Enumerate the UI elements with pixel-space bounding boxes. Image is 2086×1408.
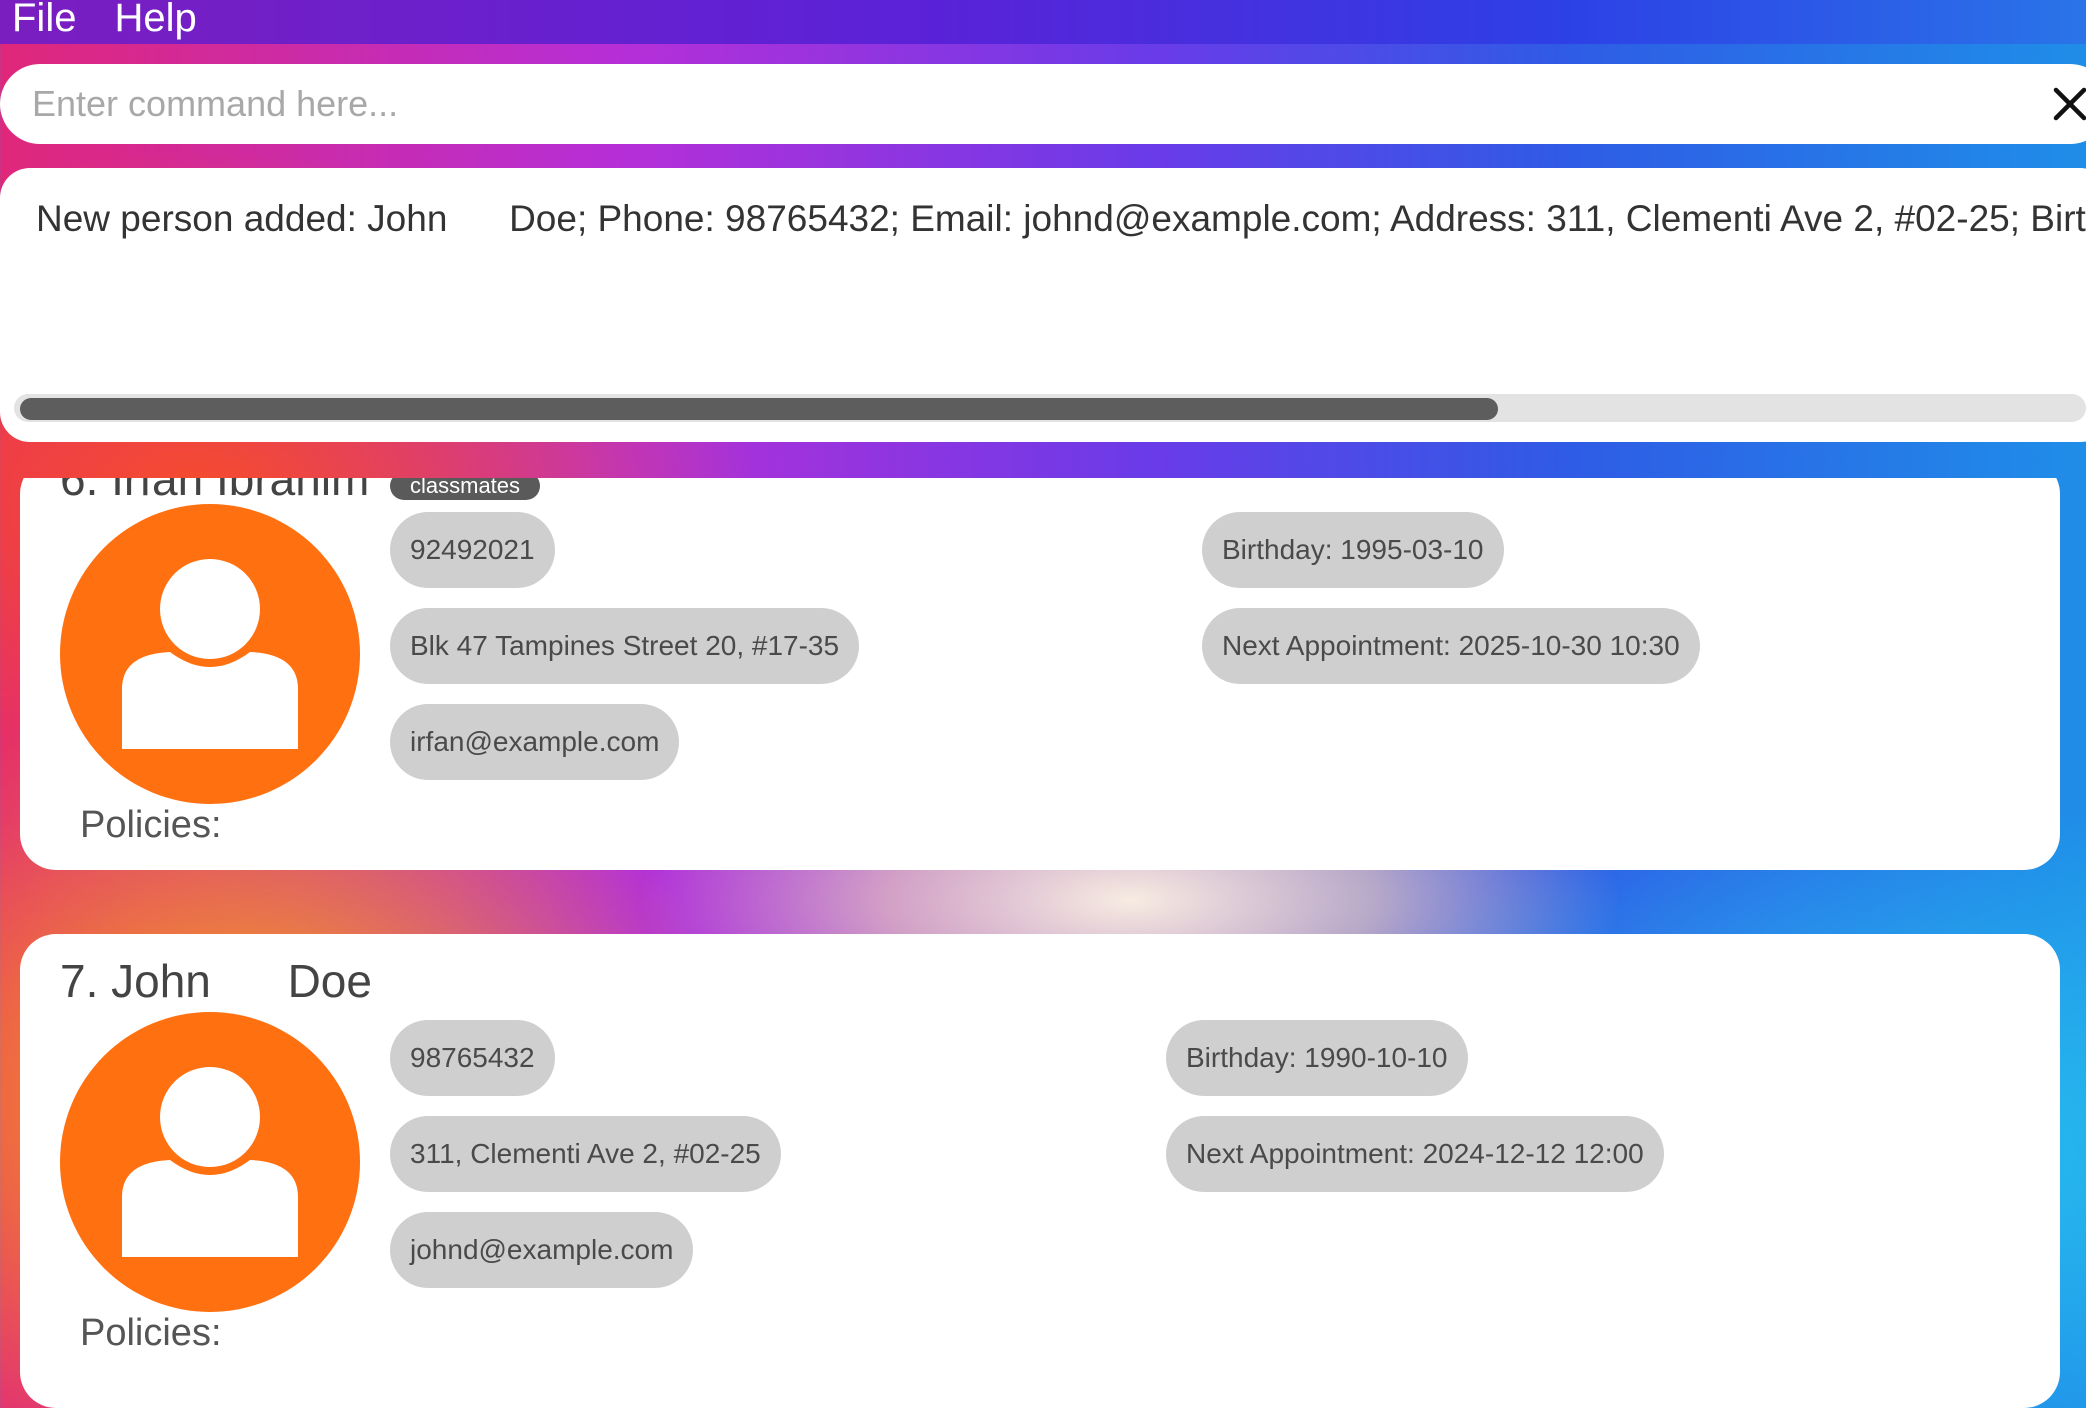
- policies-label: Policies:: [80, 804, 222, 846]
- phone-chip: 92492021: [390, 512, 555, 588]
- appointment-chip: Next Appointment: 2025-10-30 10:30: [1202, 608, 1700, 684]
- person-name: 7. John Doe: [60, 955, 372, 1007]
- person-card[interactable]: 7. John Doe 98765432 311, Clementi Ave 2…: [20, 934, 2060, 1408]
- person-icon: [122, 1067, 298, 1257]
- birthday-chip: Birthday: 1990-10-10: [1166, 1020, 1468, 1096]
- person-list: 6. Irfan Ibrahim classmates 92492021 Blk…: [0, 478, 2086, 1408]
- address-chip: 311, Clementi Ave 2, #02-25: [390, 1116, 781, 1192]
- address-chip: Blk 47 Tampines Street 20, #17-35: [390, 608, 860, 684]
- command-input[interactable]: [32, 83, 2012, 125]
- person-name: 6. Irfan Ibrahim: [60, 478, 370, 505]
- menu-bar: File Help: [0, 0, 2086, 44]
- person-card[interactable]: 6. Irfan Ibrahim classmates 92492021 Blk…: [20, 478, 2060, 870]
- menu-help[interactable]: Help: [114, 0, 196, 38]
- command-box: [0, 64, 2086, 144]
- email-chip: johnd@example.com: [390, 1212, 694, 1288]
- policies-label: Policies:: [80, 1312, 222, 1354]
- menu-file[interactable]: File: [12, 0, 76, 38]
- result-message: New person added: John Doe; Phone: 98765…: [36, 198, 2086, 239]
- close-icon[interactable]: [2052, 86, 2086, 122]
- horizontal-scrollbar-thumb[interactable]: [20, 398, 1498, 420]
- avatar: [60, 1012, 360, 1312]
- person-icon: [122, 559, 298, 749]
- avatar: [60, 504, 360, 804]
- birthday-chip: Birthday: 1995-03-10: [1202, 512, 1504, 588]
- phone-chip: 98765432: [390, 1020, 555, 1096]
- tag-badge: classmates: [390, 478, 541, 500]
- appointment-chip: Next Appointment: 2024-12-12 12:00: [1166, 1116, 1664, 1192]
- email-chip: irfan@example.com: [390, 704, 680, 780]
